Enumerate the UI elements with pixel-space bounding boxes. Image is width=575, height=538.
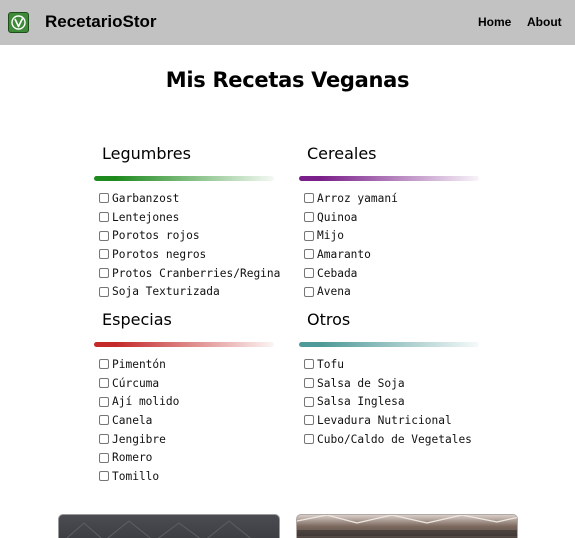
checkbox[interactable]: [304, 378, 314, 389]
checkbox[interactable]: [99, 396, 109, 407]
ingredient-item[interactable]: Tomillo: [99, 467, 289, 486]
recipe-photo[interactable]: [58, 514, 280, 538]
ingredient-list: Arroz yamaní Quinoa Mijo Amaranto Cebada…: [304, 189, 494, 301]
ingredient-item[interactable]: Ají molido: [99, 392, 289, 411]
category-otros: Otros Tofu Salsa de Soja Salsa Inglesa L…: [299, 310, 489, 470]
checkbox[interactable]: [304, 212, 314, 223]
checkbox[interactable]: [99, 452, 109, 463]
ingredient-item[interactable]: Salsa Inglesa: [304, 392, 494, 411]
page-title: Mis Recetas Veganas: [165, 68, 410, 92]
category-especias: Especias Pimentón Cúrcuma Ají molido Can…: [94, 310, 284, 490]
nav-link-home[interactable]: Home: [478, 15, 511, 29]
checkbox[interactable]: [99, 268, 109, 279]
category-cereales: Cereales Arroz yamaní Quinoa Mijo Amaran…: [299, 144, 489, 304]
ingredient-item[interactable]: Canela: [99, 411, 289, 430]
nav-link-about[interactable]: About: [527, 15, 562, 29]
ingredient-item[interactable]: Pimentón: [99, 355, 289, 374]
checkbox[interactable]: [304, 359, 314, 370]
category-title: Cereales: [307, 144, 377, 163]
category-title: Especias: [102, 310, 172, 329]
ingredient-item[interactable]: Salsa de Soja: [304, 374, 494, 393]
ingredient-item[interactable]: Arroz yamaní: [304, 189, 494, 208]
checkbox[interactable]: [304, 434, 314, 445]
ingredient-list: Pimentón Cúrcuma Ají molido Canela Jengi…: [99, 355, 289, 486]
checkbox[interactable]: [304, 286, 314, 297]
ingredient-list: Tofu Salsa de Soja Salsa Inglesa Levadur…: [304, 355, 494, 448]
checkbox[interactable]: [99, 359, 109, 370]
category-title: Otros: [307, 310, 351, 329]
checkbox[interactable]: [304, 230, 314, 241]
checkbox[interactable]: [99, 434, 109, 445]
checkbox[interactable]: [99, 378, 109, 389]
category-legumbres: Legumbres Garbanzost Lentejones Porotos …: [94, 144, 284, 304]
ingredient-item[interactable]: Avena: [304, 282, 494, 301]
checkbox[interactable]: [304, 268, 314, 279]
checkbox[interactable]: [304, 193, 314, 204]
checkbox[interactable]: [99, 286, 109, 297]
checkbox[interactable]: [99, 415, 109, 426]
ingredient-list: Garbanzost Lentejones Porotos rojos Poro…: [99, 189, 289, 301]
navbar: RecetarioStor Home About: [0, 0, 575, 45]
ingredient-item[interactable]: Protos Cranberries/Regina: [99, 264, 289, 283]
ingredient-item[interactable]: Porotos negros: [99, 245, 289, 264]
ingredient-item[interactable]: Porotos rojos: [99, 226, 289, 245]
ingredient-item[interactable]: Amaranto: [304, 245, 494, 264]
category-bar: [94, 176, 274, 181]
category-bar: [299, 342, 479, 347]
checkbox[interactable]: [99, 249, 109, 260]
ingredient-item[interactable]: Lentejones: [99, 208, 289, 227]
ingredient-item[interactable]: Quinoa: [304, 208, 494, 227]
ingredient-item[interactable]: Levadura Nutricional: [304, 411, 494, 430]
recipe-photo[interactable]: [296, 514, 518, 538]
ingredient-item[interactable]: Mijo: [304, 226, 494, 245]
checkbox[interactable]: [304, 249, 314, 260]
ingredient-item[interactable]: Cúrcuma: [99, 374, 289, 393]
category-bar: [94, 342, 274, 347]
leaf-v-icon[interactable]: [8, 12, 29, 33]
ingredient-item[interactable]: Tofu: [304, 355, 494, 374]
ingredient-item[interactable]: Soja Texturizada: [99, 282, 289, 301]
ingredient-item[interactable]: Jengibre: [99, 430, 289, 449]
ingredient-item[interactable]: Romero: [99, 448, 289, 467]
ingredient-item[interactable]: Cebada: [304, 264, 494, 283]
brand-name[interactable]: RecetarioStor: [45, 12, 156, 32]
ingredient-item[interactable]: Garbanzost: [99, 189, 289, 208]
checkbox[interactable]: [99, 471, 109, 482]
checkbox[interactable]: [99, 193, 109, 204]
checkbox[interactable]: [99, 230, 109, 241]
checkbox[interactable]: [304, 415, 314, 426]
category-title: Legumbres: [102, 144, 191, 163]
category-bar: [299, 176, 479, 181]
checkbox[interactable]: [99, 212, 109, 223]
checkbox[interactable]: [304, 396, 314, 407]
ingredient-item[interactable]: Cubo/Caldo de Vegetales: [304, 430, 494, 449]
